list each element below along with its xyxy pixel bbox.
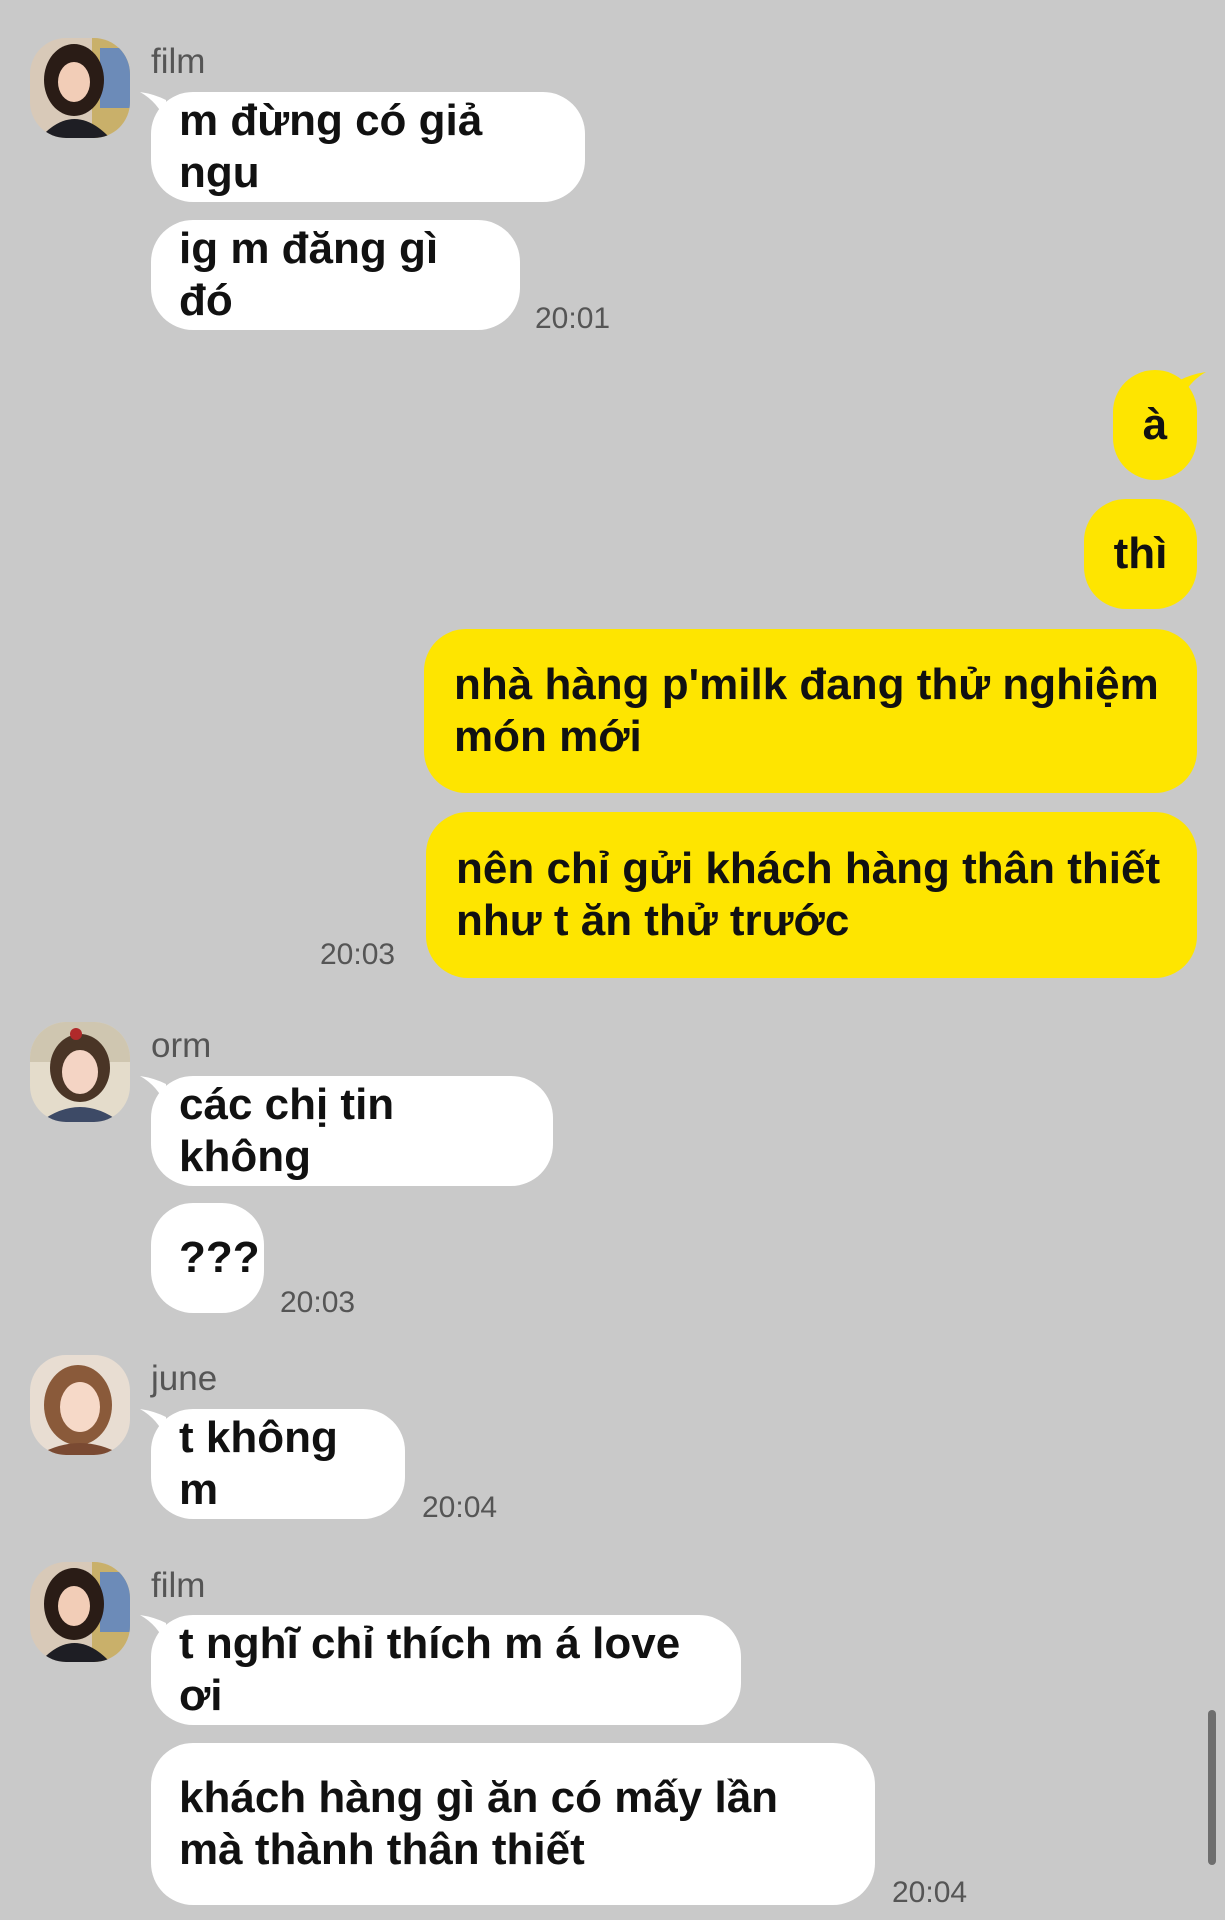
message-timestamp: 20:03 bbox=[280, 1286, 356, 1319]
message-text: các chị tin không bbox=[179, 1080, 395, 1181]
avatar-orm[interactable] bbox=[30, 1022, 130, 1122]
message-bubble[interactable]: nhà hàng p'milk đang thử nghiệm món mới bbox=[424, 629, 1197, 793]
message-text: nhà hàng p'milk đang thử nghiệm món mới bbox=[454, 660, 1159, 761]
avatar-image bbox=[30, 1562, 130, 1662]
message-timestamp: 20:01 bbox=[535, 302, 611, 335]
message-text: ??? bbox=[179, 1233, 260, 1282]
avatar-image bbox=[30, 1355, 130, 1455]
message-bubble[interactable]: nên chỉ gửi khách hàng thân thiết như t … bbox=[426, 812, 1197, 978]
message-bubble[interactable]: thì bbox=[1084, 499, 1197, 609]
message-text: t nghĩ chỉ thích m á love ơi bbox=[179, 1619, 681, 1720]
avatar-june[interactable] bbox=[30, 1355, 130, 1455]
message-bubble[interactable]: t không m bbox=[151, 1409, 405, 1519]
message-bubble[interactable]: ig m đăng gì đó bbox=[151, 220, 520, 330]
message-bubble[interactable]: khách hàng gì ăn có mấy lần mà thành thâ… bbox=[151, 1743, 875, 1905]
message-timestamp: 20:03 bbox=[320, 938, 396, 971]
sender-name: orm bbox=[151, 1026, 212, 1065]
scrollbar-thumb[interactable] bbox=[1208, 1710, 1216, 1865]
message-text: nên chỉ gửi khách hàng thân thiết như t … bbox=[456, 844, 1161, 945]
message-text: thì bbox=[1113, 529, 1168, 578]
message-text: khách hàng gì ăn có mấy lần mà thành thâ… bbox=[179, 1773, 779, 1874]
message-timestamp: 20:04 bbox=[892, 1876, 968, 1909]
message-bubble[interactable]: các chị tin không bbox=[151, 1076, 553, 1186]
avatar-film[interactable] bbox=[30, 38, 130, 138]
sender-name: film bbox=[151, 42, 206, 81]
message-text: à bbox=[1142, 400, 1168, 449]
avatar-image bbox=[30, 1022, 130, 1122]
message-bubble[interactable]: t nghĩ chỉ thích m á love ơi bbox=[151, 1615, 741, 1725]
message-text: m đừng có giả ngu bbox=[179, 96, 483, 197]
message-bubble[interactable]: ??? bbox=[151, 1203, 264, 1313]
message-timestamp: 20:04 bbox=[422, 1491, 498, 1524]
message-bubble[interactable]: m đừng có giả ngu bbox=[151, 92, 585, 202]
avatar-image bbox=[30, 38, 130, 138]
message-text: t không m bbox=[179, 1413, 338, 1514]
sender-name: film bbox=[151, 1566, 206, 1605]
avatar-film[interactable] bbox=[30, 1562, 130, 1662]
message-bubble[interactable]: à bbox=[1113, 370, 1197, 480]
message-text: ig m đăng gì đó bbox=[179, 224, 439, 325]
sender-name: june bbox=[151, 1359, 218, 1398]
